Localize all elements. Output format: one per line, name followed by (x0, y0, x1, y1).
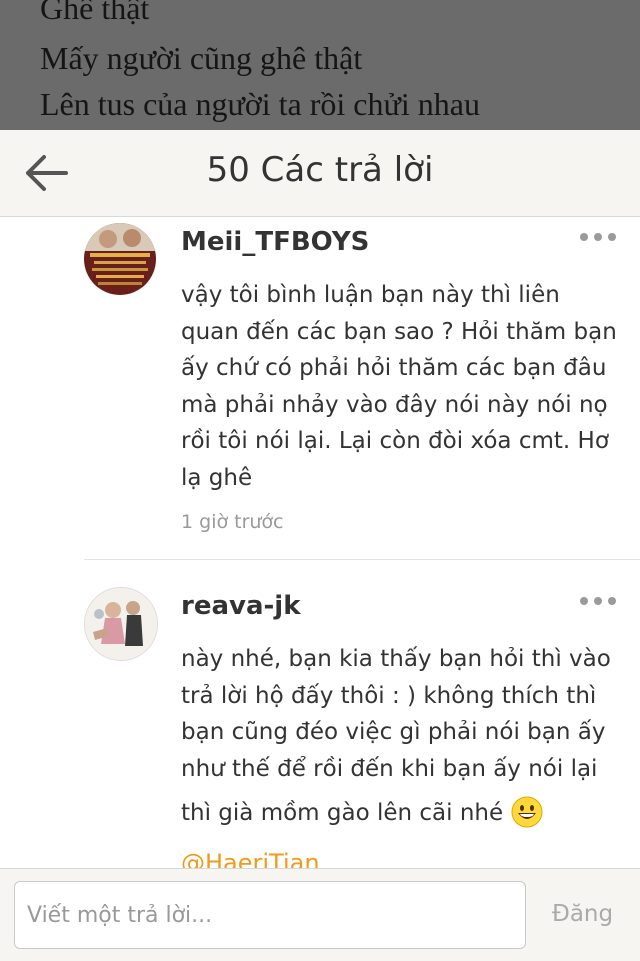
comment-text-line-with-emoji: thì già mồm gào lên cãi nhé (181, 795, 621, 832)
comment-timestamp: 1 giờ trước (181, 511, 284, 533)
avatar[interactable] (84, 223, 156, 295)
dot (594, 597, 602, 605)
dot (580, 597, 588, 605)
background-post-line: Mấy người cũng ghê thật (40, 40, 363, 76)
comment-item: Meii_TFBOYS vậy tôi bình luận bạn này th… (0, 217, 640, 533)
comment-text-line: ấy chứ có phải hỏi thăm các bạn đâu (181, 355, 607, 381)
dot (594, 233, 602, 241)
comment-text-line: trả lời hộ đấy thôi : ) không thích thì (181, 682, 597, 709)
comment-text-line: bạn cũng đéo việc gì phải nói bạn ấy (181, 719, 606, 745)
dot (580, 233, 588, 241)
replies-header: 50 Các trả lời (0, 130, 640, 217)
comment-text-line: mà phải nhảy vào đây nói này nói nọ (181, 391, 608, 418)
divider (84, 559, 640, 560)
more-options-button[interactable] (578, 227, 618, 247)
comment-text-line: như thế để rồi đến khi bạn ấy nói lại (181, 755, 598, 782)
comment-text: này nhé, bạn kia thấy bạn hỏi thì vào tr… (181, 641, 621, 832)
comment-text-line: vậy tôi bình luận bạn này thì liên (181, 282, 560, 308)
mention-link[interactable]: @HaeriTian (181, 849, 320, 868)
user-avatar-image (84, 223, 156, 295)
comment-item: reava-jk này nhé, bạn kia thấy bạn hỏi t… (0, 581, 640, 868)
grinning-face-icon (511, 796, 543, 828)
comment-username[interactable]: Meii_TFBOYS (181, 227, 369, 257)
comment-text-line: này nhé, bạn kia thấy bạn hỏi thì vào (181, 646, 611, 672)
background-post-line: Lên tus của người ta rồi chửi nhau (40, 86, 480, 122)
comment-text-line: rồi tôi nói lại. Lại còn đòi xóa cmt. Hơ (181, 428, 609, 454)
reply-bar: Đăng (0, 868, 640, 961)
comment-username[interactable]: reava-jk (181, 591, 301, 621)
background-post: Ghê thật Mấy người cũng ghê thật Lên tus… (0, 0, 640, 130)
background-post-line: Ghê thật (40, 0, 150, 26)
comment-text: vậy tôi bình luận bạn này thì liên quan … (181, 277, 621, 496)
avatar[interactable] (84, 587, 158, 661)
user-avatar-image (85, 588, 157, 660)
comment-text-line: thì già mồm gào lên cãi nhé (181, 800, 504, 826)
page-title: 50 Các trả lời (206, 150, 434, 190)
comment-text-line: quan đến các bạn sao ? Hỏi thăm bạn (181, 318, 617, 345)
post-button[interactable]: Đăng (552, 901, 613, 927)
comment-text-line: lạ ghê (181, 464, 253, 491)
reply-input[interactable] (14, 881, 526, 949)
comment-list[interactable]: Meii_TFBOYS vậy tôi bình luận bạn này th… (0, 217, 640, 868)
dot (608, 233, 616, 241)
dot (608, 597, 616, 605)
more-options-button[interactable] (578, 591, 618, 611)
